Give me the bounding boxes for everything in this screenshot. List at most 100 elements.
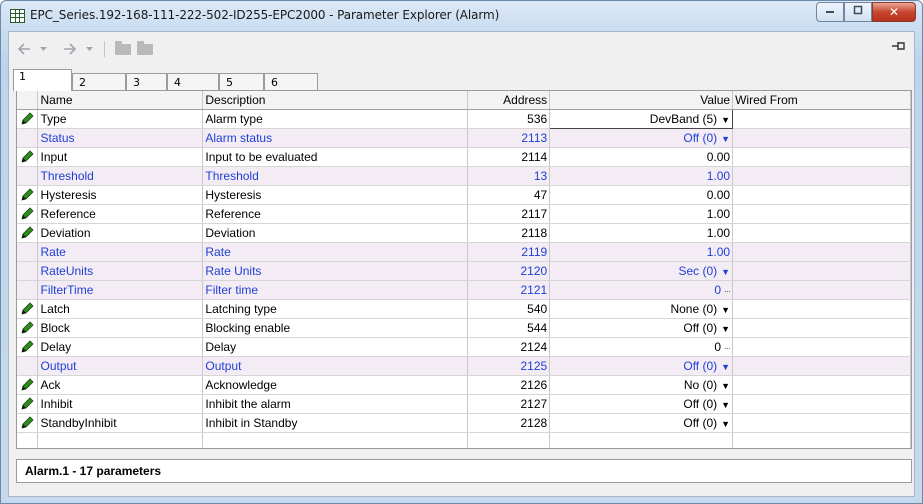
pin-icon[interactable]	[891, 39, 907, 53]
dropdown-arrow-icon[interactable]: ▼	[721, 419, 730, 429]
cell-wired-from[interactable]	[732, 128, 911, 148]
cell-wired-from[interactable]	[732, 261, 911, 281]
dropdown-arrow-icon[interactable]: ▼	[721, 362, 730, 372]
arrow-right-icon[interactable]	[63, 43, 77, 55]
table-row[interactable]: Latch Latching type 540 None (0) ▼	[17, 299, 911, 319]
table-row[interactable]: Reference Reference 2117 1.00	[17, 204, 911, 224]
folder-icon[interactable]	[115, 41, 131, 55]
ellipsis-icon[interactable]: ···	[724, 343, 731, 353]
table-row[interactable]: FilterTime Filter time 2121 0 ···	[17, 280, 911, 300]
cell-wired-from[interactable]	[732, 223, 911, 243]
dropdown-arrow-icon[interactable]: ▼	[721, 134, 730, 144]
pencil-edit-icon	[20, 301, 34, 316]
table-row[interactable]: StandbyInhibit Inhibit in Standby 2128 Off …	[17, 413, 911, 433]
tab-2[interactable]: 2	[72, 73, 126, 90]
cell-value[interactable]: Off (0) ▼	[549, 394, 734, 414]
dropdown-arrow-icon[interactable]: ▼	[721, 115, 730, 125]
value-text: Off (0)	[683, 416, 718, 430]
caption-buttons: ✕	[816, 2, 916, 22]
cell-wired-from[interactable]	[732, 166, 911, 186]
row-gutter	[17, 280, 39, 300]
cell-wired-from[interactable]	[732, 109, 911, 129]
cell-value[interactable]: Off (0) ▼	[549, 128, 734, 148]
cell-wired-from[interactable]	[732, 299, 911, 319]
table-row[interactable]: Status Alarm status 2113 Off (0) ▼	[17, 128, 911, 148]
maximize-button[interactable]	[844, 2, 872, 22]
table-row[interactable]: Type Alarm type 536 DevBand (5) ▼	[17, 109, 911, 129]
cell-address: 2121	[467, 280, 551, 300]
column-header-value[interactable]: Value	[549, 91, 734, 110]
cell-value[interactable]: 0 ···	[549, 280, 734, 300]
table-row[interactable]: Rate Rate 2119 1.00	[17, 242, 911, 262]
cell-value[interactable]: 1.00	[549, 223, 734, 243]
pencil-edit-icon	[20, 225, 34, 240]
table-row[interactable]: Delay Delay 2124 0 ···	[17, 337, 911, 357]
cell-wired-from[interactable]	[732, 242, 911, 262]
column-header-address[interactable]: Address	[467, 91, 551, 110]
cell-wired-from[interactable]	[732, 204, 911, 224]
close-button[interactable]: ✕	[872, 2, 916, 22]
row-gutter	[17, 337, 39, 357]
cell-name: FilterTime	[37, 280, 204, 300]
dropdown-arrow-icon[interactable]: ▼	[721, 267, 730, 277]
cell-wired-from[interactable]	[732, 356, 911, 376]
cell-wired-from[interactable]	[732, 318, 911, 338]
maximize-icon	[853, 5, 863, 15]
forward-dropdown-icon[interactable]	[86, 47, 93, 52]
cell-value[interactable]: Sec (0) ▼	[549, 261, 734, 281]
cell-value[interactable]: 1.00	[549, 204, 734, 224]
cell-wired-from[interactable]	[732, 280, 911, 300]
cell-name: Rate	[37, 242, 204, 262]
cell-value[interactable]: 1.00	[549, 242, 734, 262]
tab-1[interactable]: 1	[13, 69, 72, 91]
table-row[interactable]: Hysteresis Hysteresis 47 0.00	[17, 185, 911, 205]
arrow-left-icon[interactable]	[17, 43, 31, 55]
tab-5[interactable]: 5	[219, 73, 264, 90]
cell-address: 13	[467, 166, 551, 186]
dropdown-arrow-icon[interactable]: ▼	[721, 324, 730, 334]
cell-value[interactable]: Off (0) ▼	[549, 356, 734, 376]
cell-wired-from[interactable]	[732, 394, 911, 414]
cell-value[interactable]: DevBand (5) ▼	[549, 109, 734, 129]
cell-description: Blocking enable	[202, 318, 469, 338]
dropdown-arrow-icon[interactable]: ▼	[721, 400, 730, 410]
ellipsis-icon[interactable]: ···	[724, 286, 731, 296]
cell-wired-from[interactable]	[732, 413, 911, 433]
table-row[interactable]: Output Output 2125 Off (0) ▼	[17, 356, 911, 376]
table-row[interactable]: RateUnits Rate Units 2120 Sec (0) ▼	[17, 261, 911, 281]
title-bar: EPC_Series.192-168-111-222-502-ID255-EPC…	[1, 1, 922, 31]
cell-value[interactable]: 1.00	[549, 166, 734, 186]
minimize-button[interactable]	[816, 2, 844, 22]
tab-3[interactable]: 3	[126, 73, 167, 90]
tab-6[interactable]: 6	[264, 73, 318, 90]
table-row[interactable]: Inhibit Inhibit the alarm 2127 Off (0) ▼	[17, 394, 911, 414]
tab-4[interactable]: 4	[167, 73, 219, 90]
column-header-wired-from[interactable]: Wired From	[732, 91, 911, 110]
cell-address: 2118	[467, 223, 551, 243]
value-text: 1.00	[706, 226, 731, 240]
value-text: No (0)	[683, 378, 718, 392]
table-row[interactable]: Ack Acknowledge 2126 No (0) ▼	[17, 375, 911, 395]
table-row[interactable]: Threshold Threshold 13 1.00	[17, 166, 911, 186]
empty-cell	[17, 432, 39, 448]
column-header-name[interactable]: Name	[37, 91, 204, 110]
table-row[interactable]: Deviation Deviation 2118 1.00	[17, 223, 911, 243]
cell-value[interactable]: 0 ···	[549, 337, 734, 357]
dropdown-arrow-icon[interactable]: ▼	[721, 305, 730, 315]
cell-wired-from[interactable]	[732, 185, 911, 205]
cell-value[interactable]: 0.00	[549, 185, 734, 205]
cell-value[interactable]: 0.00	[549, 147, 734, 167]
folder-up-icon[interactable]	[137, 41, 153, 55]
cell-value[interactable]: No (0) ▼	[549, 375, 734, 395]
table-row[interactable]: Block Blocking enable 544 Off (0) ▼	[17, 318, 911, 338]
back-dropdown-icon[interactable]	[40, 47, 47, 52]
cell-wired-from[interactable]	[732, 147, 911, 167]
table-row[interactable]: Input Input to be evaluated 2114 0.00	[17, 147, 911, 167]
cell-wired-from[interactable]	[732, 375, 911, 395]
cell-value[interactable]: Off (0) ▼	[549, 318, 734, 338]
dropdown-arrow-icon[interactable]: ▼	[721, 381, 730, 391]
column-header-description[interactable]: Description	[202, 91, 469, 110]
cell-wired-from[interactable]	[732, 337, 911, 357]
cell-value[interactable]: Off (0) ▼	[549, 413, 734, 433]
cell-value[interactable]: None (0) ▼	[549, 299, 734, 319]
